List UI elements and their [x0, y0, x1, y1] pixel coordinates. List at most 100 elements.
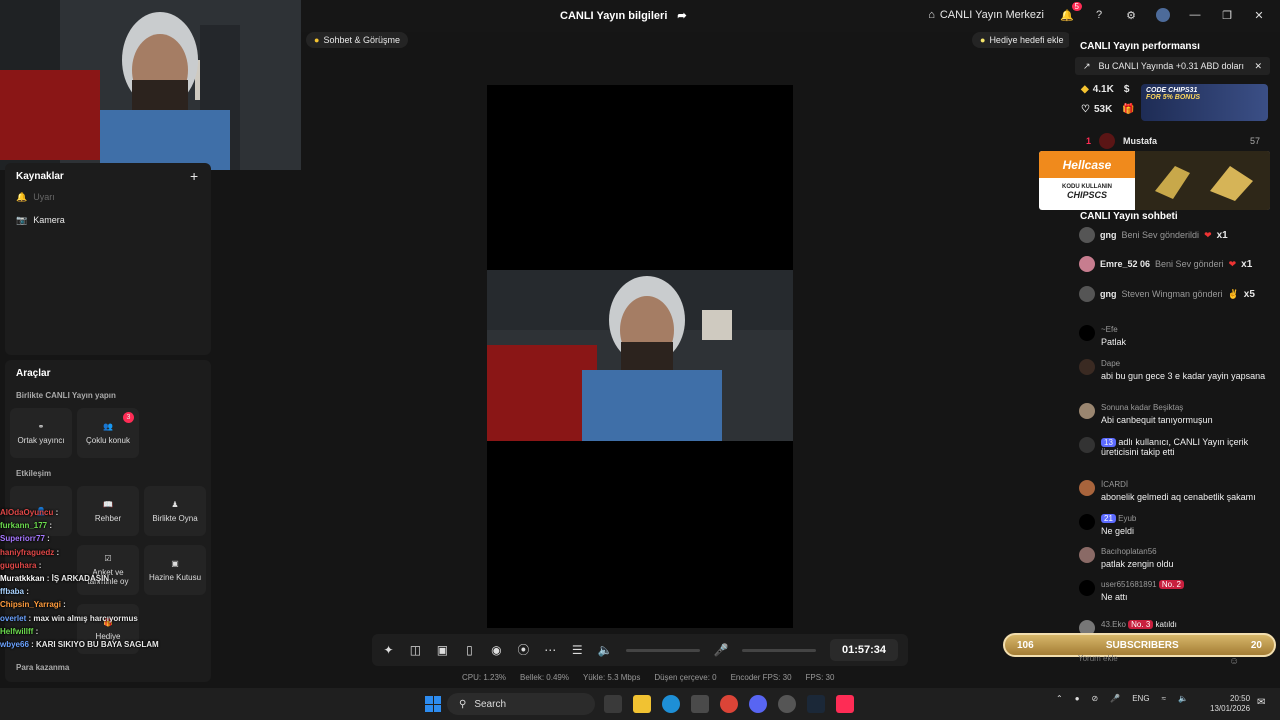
- overlay-chat-line: overlet : max win almış harcıyormus: [0, 613, 138, 623]
- source-item-alert[interactable]: 🔔 Uyarı: [16, 192, 55, 203]
- comment-input[interactable]: Yorum ekle: [1075, 654, 1245, 670]
- magic-wand-icon[interactable]: ✦: [382, 643, 395, 657]
- sources-title: Kaynaklar: [16, 171, 64, 182]
- record-icon[interactable]: ◉: [490, 643, 503, 657]
- chat-message[interactable]: ~Efe Patlak: [1079, 325, 1269, 347]
- diamond-icon: ◆: [1081, 84, 1089, 95]
- add-source-icon[interactable]: +: [190, 168, 198, 184]
- chat-message[interactable]: Sonuna kadar Beşiktaş Abi canbequit tanıy…: [1079, 403, 1269, 425]
- gift-row: Emre_52 06 Beni Sev gönderi ❤ x1: [1079, 256, 1252, 272]
- gear-icon[interactable]: ⚙: [1122, 6, 1140, 24]
- chevron-up-icon[interactable]: ⌃: [1056, 694, 1063, 703]
- chat-message[interactable]: İCARDİ abonelik gelmedi aq cenabetlik şak…: [1079, 480, 1269, 502]
- camera-icon: 📷: [16, 215, 28, 225]
- overlay-chat-line: AlOdaOyuncu :: [0, 508, 59, 517]
- avatar[interactable]: [1154, 6, 1172, 24]
- hellcase-image: [1135, 151, 1270, 210]
- task-view-icon[interactable]: [604, 695, 622, 713]
- overlay-chat-line: Muratkkkan : İŞ ARKADAŞIN: [0, 573, 110, 583]
- discord-tray-icon[interactable]: ●: [1075, 694, 1080, 703]
- overlay-chat-line: Helfwillff :: [0, 626, 39, 636]
- avatar: [1079, 227, 1095, 243]
- taskbar-clock[interactable]: 20:50 13/01/2026: [1210, 694, 1250, 714]
- stream-controls-bar: ✦ ◫ ▣ ▯ ◉ ⦿ ⋯ ☰ 🔈 🎤 01:57:34: [372, 634, 908, 666]
- store-icon[interactable]: [691, 695, 709, 713]
- app-icon[interactable]: [778, 695, 796, 713]
- taskbar-search[interactable]: ⚲ Search: [447, 693, 595, 715]
- maximize-icon[interactable]: ❐: [1218, 6, 1236, 24]
- bell-icon: 🔔: [16, 192, 28, 202]
- top-gifter-row[interactable]: 1 Mustafa 57: [1086, 133, 1260, 149]
- overlay-chat-line: furkann_177 :: [0, 521, 53, 531]
- volume-icon[interactable]: 🔈: [598, 643, 613, 657]
- rank-badge: No. 2: [1158, 580, 1184, 589]
- windows-start-icon[interactable]: [425, 696, 441, 712]
- tiktok-icon[interactable]: [836, 695, 854, 713]
- volume-slider[interactable]: [625, 648, 700, 652]
- home-icon: ⌂: [928, 9, 935, 21]
- rank-badge: No. 3: [1128, 620, 1154, 629]
- hellcase-ad[interactable]: Hellcase KODU KULLANIN CHIPSCS: [1039, 151, 1270, 210]
- level-badge: 21: [1101, 514, 1116, 523]
- tile-co-host[interactable]: ⚭ Ortak yayıncı: [10, 408, 72, 458]
- phone-icon[interactable]: ▯: [463, 643, 476, 657]
- close-icon[interactable]: ✕: [1254, 61, 1262, 72]
- earnings-bar: ↗ Bu CANLI Yayında +0.31 ABD doları ✕: [1075, 57, 1270, 75]
- user-icon: [1079, 437, 1095, 453]
- overlay-chat-line: haniyfraguedz :: [0, 547, 60, 557]
- perf-title: CANLI Yayın performansı: [1080, 41, 1200, 52]
- webcam-overlay: [0, 0, 301, 170]
- chat-call-pill[interactable]: ● Sohbet & Görüşme: [306, 32, 408, 48]
- chat-message[interactable]: Bacıhoplatan56 patlak zengin oldu: [1079, 547, 1269, 569]
- add-gift-goal-pill[interactable]: ● Hediye hedefi ekle: [972, 32, 1072, 48]
- chat-message[interactable]: Dape abi bu gun gece 3 e kadar yayin yaps…: [1079, 359, 1269, 381]
- layout-icon[interactable]: ▣: [436, 643, 449, 657]
- notification-icon[interactable]: 🔔 5: [1058, 2, 1082, 24]
- chat-message[interactable]: 21 Eyub Ne geldi: [1079, 514, 1269, 536]
- diamonds-stat: ◆ 4.1K $: [1081, 84, 1130, 95]
- live-chat-title: CANLI Yayın sohbeti: [1080, 211, 1178, 222]
- minimize-icon[interactable]: —: [1186, 6, 1204, 24]
- discord-icon[interactable]: [749, 695, 767, 713]
- overlay-chat-line: wbye66 : KARI SIKIYO BU BAYA SAGLAM: [0, 639, 159, 649]
- microphone-icon[interactable]: 🎤: [714, 643, 729, 657]
- sliders-icon[interactable]: ☰: [571, 643, 584, 657]
- window-controls: ⌂ CANLI Yayın Merkezi 🔔 5 ? ⚙ — ❐ ✕: [928, 2, 1268, 24]
- wifi-icon[interactable]: ≈: [1162, 694, 1166, 703]
- notification-center-icon[interactable]: ✉: [1257, 697, 1265, 708]
- close-icon[interactable]: ✕: [1250, 6, 1268, 24]
- users-icon: 👥: [103, 421, 113, 431]
- source-item-camera[interactable]: 📷 Kamera: [16, 215, 65, 226]
- tools-title: Araçlar: [16, 368, 51, 379]
- live-center-button[interactable]: ⌂ CANLI Yayın Merkezi: [928, 9, 1044, 21]
- avatar: [1079, 514, 1095, 530]
- stream-timer: 01:57:34: [829, 639, 899, 661]
- help-icon[interactable]: ?: [1090, 6, 1108, 24]
- search-icon: ⚲: [459, 698, 467, 710]
- overlay-chat-line: Chipsin_Yarragi :: [0, 600, 66, 610]
- system-tray: ⌃ ● ⊘ 🎤 ENG ≈ 🔈: [1056, 694, 1188, 703]
- more-icon[interactable]: ⋯: [544, 643, 557, 657]
- avatar: [1079, 580, 1095, 596]
- mic-slider[interactable]: [741, 648, 816, 652]
- tray-app-icon[interactable]: ⊘: [1092, 694, 1099, 703]
- share-icon[interactable]: ➦: [677, 9, 686, 22]
- chat-message[interactable]: user651681891 No. 2 Ne attı: [1079, 580, 1269, 602]
- file-explorer-icon[interactable]: [633, 695, 651, 713]
- live-info-title[interactable]: CANLI Yayın bilgileri ➦: [560, 9, 687, 23]
- chrome-icon[interactable]: [720, 695, 738, 713]
- effects-icon[interactable]: ◫: [409, 643, 422, 657]
- multi-guest-badge: 3: [123, 412, 134, 423]
- avatar: [1079, 325, 1095, 341]
- edge-icon[interactable]: [662, 695, 680, 713]
- steam-icon[interactable]: [807, 695, 825, 713]
- notification-badge: 5: [1071, 2, 1082, 11]
- capture-icon[interactable]: ⦿: [517, 643, 530, 657]
- volume-tray-icon[interactable]: 🔈: [1178, 694, 1188, 703]
- ad-banner-chips[interactable]: CODE CHIPS31 FOR 5% BONUS: [1141, 84, 1268, 121]
- avatar: [1079, 547, 1095, 563]
- trend-icon: ↗: [1083, 60, 1091, 71]
- interaction-subtitle: Etkileşim: [16, 469, 52, 478]
- emoji-icon[interactable]: ☺: [1229, 656, 1239, 667]
- microphone-tray-icon[interactable]: 🎤: [1110, 694, 1120, 703]
